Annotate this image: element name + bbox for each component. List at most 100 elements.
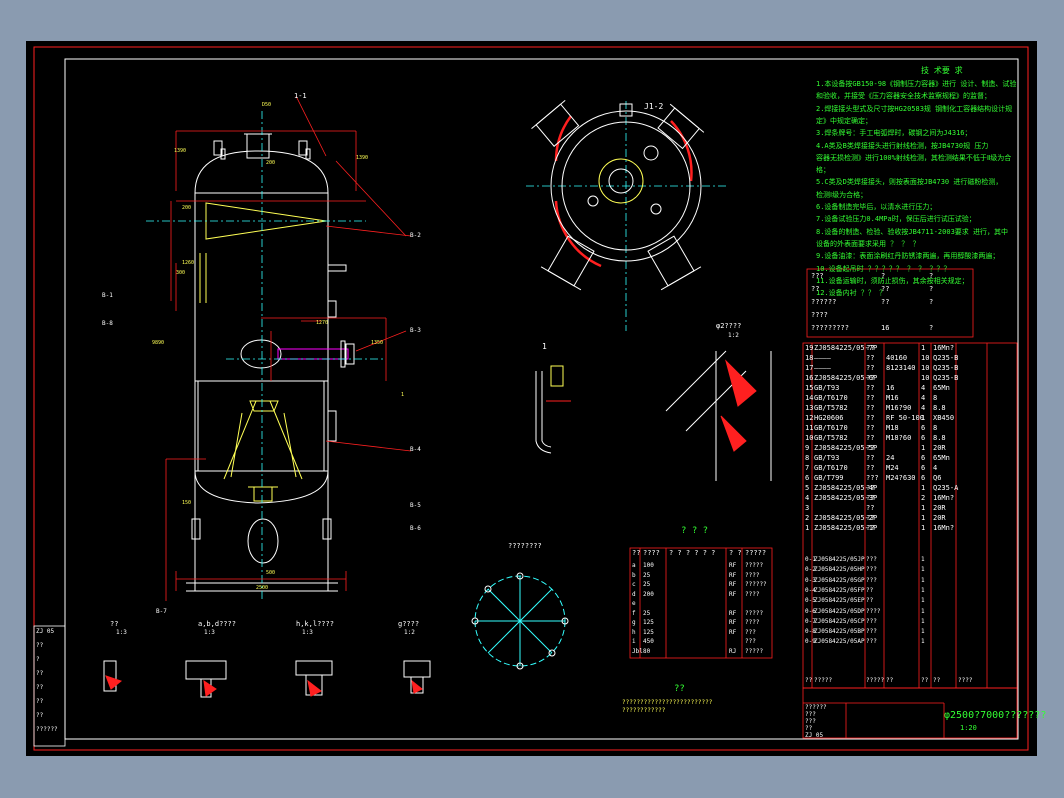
detail-2-scale: 1:2 — [728, 332, 739, 339]
tech-req-line: 4.A类及B类焊接接头进行射线检测，按JB4730规 压力 — [816, 141, 989, 150]
parts-cell: 8 — [805, 454, 810, 462]
parts-cell: ?? — [866, 374, 875, 382]
detail-2 — [665, 350, 772, 481]
centerlines — [146, 101, 726, 601]
parts-cell: 20R — [933, 514, 946, 522]
parts-cell: ?? — [866, 344, 875, 352]
nozzle-header: ? ? — [729, 549, 742, 557]
parts-cell: ?? — [866, 454, 875, 462]
dimension-label: D50 — [262, 102, 272, 108]
parts-cell: ?? — [866, 464, 875, 472]
tech-req-line: 11.设备运输时，须防止损伤，其余按相关规定； — [816, 276, 969, 285]
tech-req-title: 技 术要 求 — [921, 66, 963, 75]
nozzle-cell: RF — [729, 609, 737, 617]
detail-1 — [535, 365, 571, 454]
main-view-label: B-3 — [410, 327, 421, 334]
nozzle-cell: a — [632, 562, 636, 569]
design-data-cell: ??? — [811, 272, 824, 280]
design-data-cell: ????????? — [811, 324, 849, 332]
nozzle-table-title: ? ? ? — [681, 526, 709, 536]
parts-drawing-cell: 1 — [921, 566, 925, 574]
nozzle-cell: RF — [729, 562, 737, 569]
nozzle-cell: RF — [729, 571, 737, 579]
parts-drawing-cell: ZJ0584225/05JP — [814, 556, 865, 563]
parts-drawing-cell: ??? — [866, 566, 877, 574]
parts-cell: ?? — [866, 404, 875, 412]
parts-cell: 14 — [805, 394, 814, 402]
parts-cell: 15 — [805, 384, 814, 392]
nozzle-header: ? ? ? ? ? ? — [669, 549, 716, 557]
detail-2-label: φ2???? — [716, 322, 742, 330]
revision-cell: ?? — [36, 712, 44, 719]
section-title: h,k,l???? — [296, 620, 334, 628]
tech-req-line: 容器无损检测》进行100%射线检测，其检测结果不低于Ⅱ级为合 — [816, 153, 1012, 162]
dimension-label: 1350 — [371, 340, 384, 346]
parts-drawing-cell: ???? — [866, 607, 881, 615]
parts-cell: 9 — [805, 444, 810, 452]
section-scale: 1:3 — [204, 629, 215, 636]
parts-cell: 6 — [921, 434, 926, 442]
parts-drawing-cell: ZJ0584225/05FP — [814, 586, 865, 594]
parts-drawing-cell: 1 — [921, 576, 925, 584]
parts-footer-cell: ???? — [958, 677, 973, 684]
dimension-label: 150 — [182, 500, 192, 506]
parts-cell: 6 — [805, 474, 810, 482]
parts-cell: ?? — [866, 444, 875, 452]
revision-cell: ? — [36, 656, 40, 663]
parts-drawing-cell: ZJ0584225/05AP — [814, 638, 865, 646]
section-title: a,b,d???? — [198, 620, 236, 628]
parts-cell: 18 — [805, 354, 814, 362]
nozzle-cell: h — [632, 628, 636, 636]
parts-cell: 10 — [805, 434, 814, 442]
revision-cell: ?? — [36, 684, 44, 691]
parts-cell: Q235-B — [933, 354, 959, 362]
bottom-note: ????????????????????????? ???????????? — [622, 699, 713, 714]
parts-footer-cell: ?? — [921, 677, 929, 684]
nozzle-cell: ???? — [745, 590, 760, 598]
nozzle-cell: ????? — [745, 647, 764, 655]
parts-cell: ?? — [866, 414, 875, 422]
parts-drawing-cell: ??? — [866, 628, 877, 636]
parts-drawing-cell: 1 — [921, 638, 925, 646]
parts-cell: ?? — [866, 424, 875, 432]
parts-cell: GB/T799 — [814, 474, 844, 482]
parts-cell: 13 — [805, 404, 814, 412]
parts-cell: GB/T5782 — [814, 434, 848, 442]
parts-cell: 10 — [921, 374, 930, 382]
tech-req-line: 7.设备试验压力0.4MPa时，保压后进行试压试验； — [816, 215, 976, 224]
revision-cell: ?????? — [36, 726, 58, 733]
tech-req-line: 9.设备油漆：表面涂刷红丹防锈漆两遍，再用醇酸漆两遍； — [816, 252, 1000, 261]
parts-cell: 1 — [921, 524, 926, 532]
parts-cell: M18?60 — [886, 434, 912, 442]
title-block-left-cell: ZJ 05 — [805, 732, 824, 739]
parts-cell: 16Mn? — [933, 524, 955, 532]
main-view-label: B-4 — [410, 446, 421, 453]
nozzle-cell: 80 — [643, 647, 651, 655]
design-data-cell: ?? — [811, 285, 820, 293]
parts-cell: ?? — [866, 524, 875, 532]
parts-cell: Q235-A — [933, 484, 959, 492]
nozzle-cell: f — [632, 609, 636, 617]
parts-cell: ?? — [866, 364, 875, 372]
parts-cell: 4 — [921, 384, 926, 392]
design-data-cell: ?????? — [811, 298, 837, 306]
parts-cell: 1 — [921, 344, 926, 352]
design-data-cell: ?? — [881, 285, 890, 293]
parts-drawing-cell: ??? — [866, 576, 877, 584]
parts-cell: GB/T93 — [814, 454, 840, 462]
parts-cell: M18 — [886, 424, 899, 432]
dimension-label: 1 — [401, 392, 405, 398]
nozzle-cell: 125 — [643, 628, 654, 636]
parts-cell: ?? — [866, 434, 875, 442]
design-data-cell: 16 — [881, 324, 890, 332]
parts-cell: 8.8 — [933, 404, 946, 412]
parts-drawing-cell: ??? — [866, 556, 877, 563]
nozzle-cell: 100 — [643, 562, 654, 569]
parts-cell: Q235-B — [933, 374, 959, 382]
section-scale: 1:3 — [116, 629, 127, 636]
parts-cell: 1 — [921, 514, 926, 522]
dimension-label: 2500 — [256, 585, 269, 591]
parts-cell: 6 — [921, 464, 926, 472]
nozzle-cell: RF — [729, 628, 737, 636]
nozzle-cell: 125 — [643, 619, 654, 626]
